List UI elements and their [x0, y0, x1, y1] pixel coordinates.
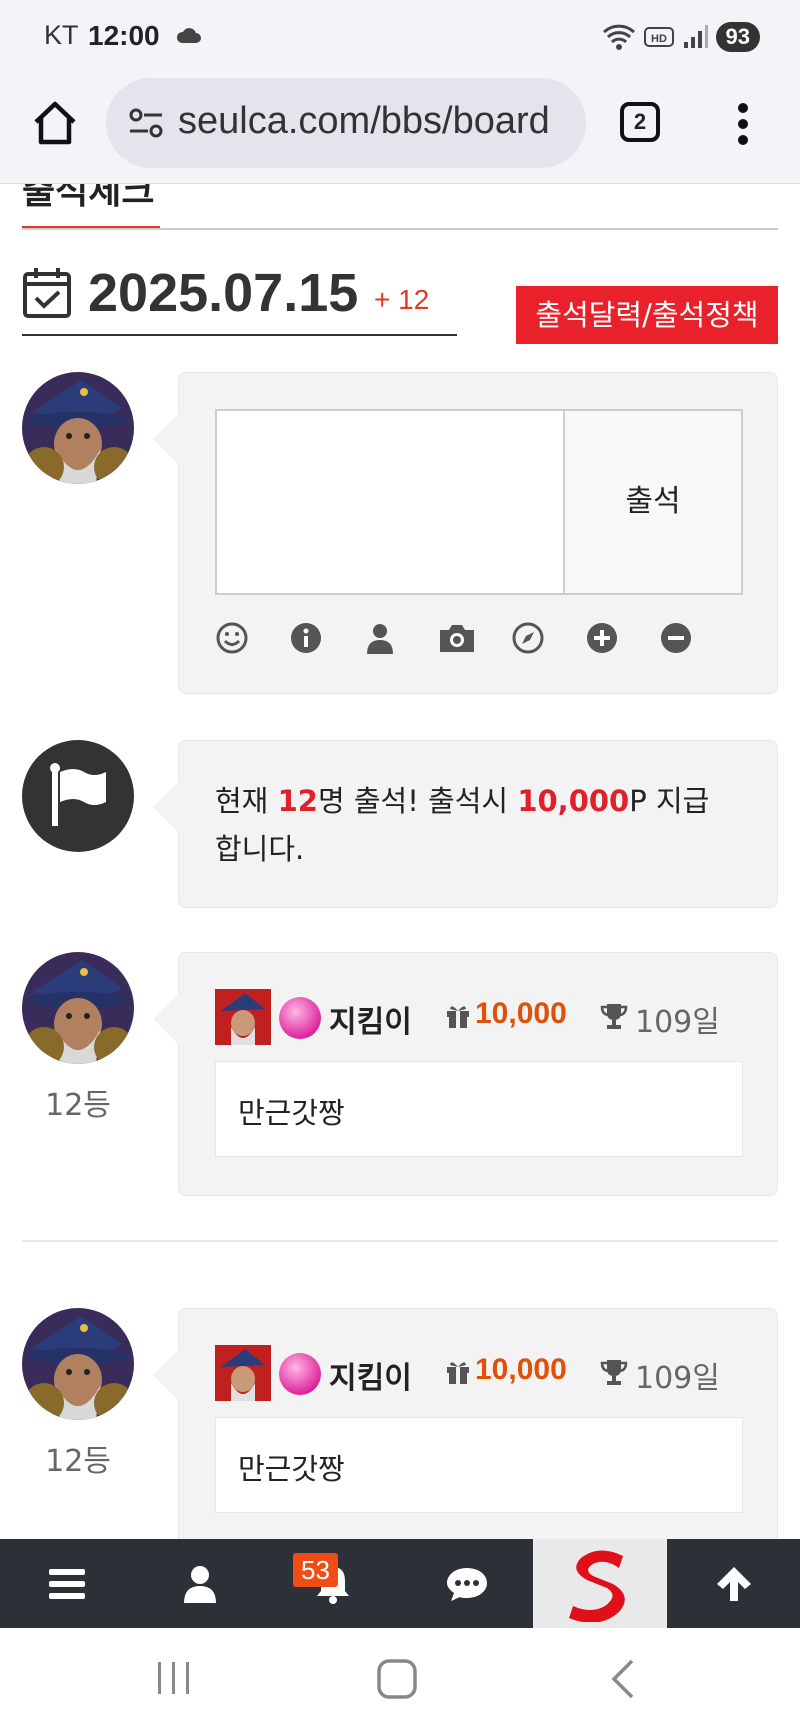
nav-menu-button[interactable] [0, 1539, 133, 1628]
site-settings-icon[interactable] [128, 106, 164, 140]
member-nickname[interactable]: 지킴이 [329, 997, 412, 1041]
entry-info: 지킴이 10,000 109일 [215, 989, 735, 1045]
member-icon [215, 989, 271, 1045]
comment-form: 출석 [153, 372, 778, 694]
user-icon [183, 1565, 216, 1603]
info-icon[interactable] [289, 621, 323, 655]
nav-profile-button[interactable] [133, 1539, 266, 1628]
plus-circle-icon[interactable] [585, 621, 619, 655]
date-header: 2025.07.15 + 12 [22, 262, 457, 336]
browser-toolbar: seulca.com/bbs/board 2 [0, 72, 800, 184]
wizard-avatar-image [22, 372, 134, 484]
menu-icon [48, 1568, 85, 1599]
clock: 12:00 [88, 20, 160, 51]
status-icons: HD 93 [602, 20, 760, 54]
address-bar[interactable]: seulca.com/bbs/board [106, 78, 586, 168]
back-icon[interactable] [608, 1658, 636, 1700]
page-header: 출석체크 [22, 184, 778, 230]
compass-icon[interactable] [511, 621, 545, 655]
home-icon[interactable] [30, 98, 80, 148]
signal-icon [683, 25, 708, 48]
user-avatar [22, 372, 134, 484]
user-icon[interactable] [363, 621, 397, 655]
comment-toolbar [215, 621, 715, 661]
tab-switcher-button[interactable]: 2 [620, 102, 660, 142]
notice-points: 10,000 [517, 784, 630, 818]
gift-icon [447, 1362, 469, 1384]
flag-icon [50, 763, 106, 826]
entry-points: 10,000 [475, 997, 567, 1030]
gift-icon [447, 1006, 469, 1028]
wifi-icon [602, 24, 635, 50]
calendar-check-icon [23, 268, 71, 318]
bottom-navigation [0, 1539, 800, 1628]
entry-avatar[interactable] [22, 952, 134, 1064]
member-icon [215, 1345, 271, 1401]
notice-avatar [22, 740, 134, 852]
site-logo-button[interactable] [533, 1539, 667, 1628]
entry-message: 만근갓짱 [238, 1452, 345, 1486]
attendance-entry: 지킴이 10,000 109일 만근갓짱 [153, 952, 778, 1196]
attendance-date: 2025.07.15 [88, 263, 359, 323]
status-bar: KT 12:00 HD 93 [0, 0, 800, 72]
title-underline [22, 226, 160, 228]
entry-divider [22, 1240, 778, 1242]
camera-icon[interactable] [437, 621, 477, 655]
url-text[interactable]: seulca.com/bbs/board [178, 100, 578, 143]
entry-info: 지킴이 10,000 109일 [215, 1345, 735, 1401]
hd-icon: HD [643, 27, 674, 47]
wizard-avatar-image [22, 1308, 134, 1420]
entry-points: 10,000 [475, 1353, 567, 1386]
cloud-icon [176, 28, 201, 43]
entry-rank: 12등 [45, 1088, 111, 1123]
entry-days: 109일 [635, 1361, 720, 1396]
entry-rank: 12등 [45, 1444, 111, 1479]
attendance-notice: 현재 12명 출석! 출석시 10,000P 지급합니다. [153, 740, 778, 908]
smile-icon[interactable] [215, 621, 249, 655]
entry-avatar[interactable] [22, 1308, 134, 1420]
carrier-label: KT [44, 20, 79, 50]
attendance-policy-button[interactable]: 출석달력/출석정책 [516, 286, 778, 344]
more-menu-icon[interactable] [735, 102, 751, 146]
notice-mid: 명 출석! 출석시 [317, 784, 518, 818]
attendance-count: + 12 [374, 284, 430, 315]
notice-text: 현재 12명 출석! 출석시 10,000P 지급합니다. [215, 777, 735, 873]
wizard-avatar-image [22, 952, 134, 1064]
level-badge-icon [279, 997, 321, 1039]
page-title: 출석체크 [22, 184, 155, 212]
level-badge-icon [279, 1353, 321, 1395]
trophy-icon [600, 1360, 628, 1385]
comment-textarea[interactable] [215, 409, 565, 595]
trophy-icon [600, 1004, 628, 1029]
home-nav-icon[interactable] [376, 1658, 418, 1700]
site-logo [569, 1550, 625, 1622]
chat-icon [446, 1567, 487, 1601]
nav-scroll-top-button[interactable] [667, 1539, 800, 1628]
member-nickname[interactable]: 지킴이 [329, 1353, 412, 1397]
entry-message: 만근갓짱 [238, 1096, 345, 1130]
recent-apps-icon[interactable] [156, 1658, 192, 1698]
arrow-up-icon [716, 1566, 751, 1601]
nav-chat-button[interactable] [400, 1539, 533, 1628]
notice-count: 12 [277, 784, 318, 818]
battery-indicator: 93 [715, 22, 760, 52]
system-navigation-bar [0, 1628, 800, 1734]
entry-message-box: 만근갓짱 [215, 1417, 743, 1513]
notification-count-badge: 53 [293, 1553, 338, 1587]
notice-prefix: 현재 [215, 784, 278, 818]
entry-days: 109일 [635, 1005, 720, 1040]
attend-submit-button[interactable]: 출석 [563, 409, 743, 595]
minus-circle-icon[interactable] [659, 621, 693, 655]
svg-text:HD: HD [651, 33, 667, 45]
entry-message-box: 만근갓짱 [215, 1061, 743, 1157]
attendance-entry: 지킴이 10,000 109일 만근갓짱 [153, 1308, 778, 1552]
